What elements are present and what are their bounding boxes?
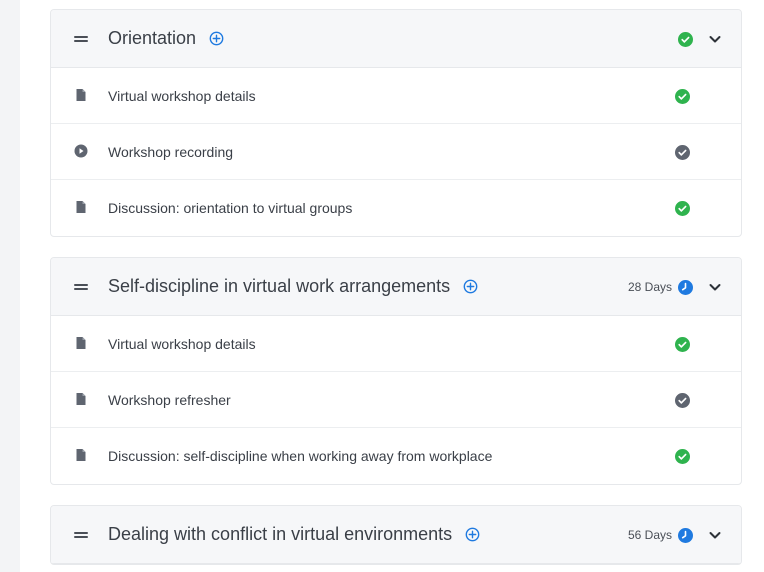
section-header[interactable]: Dealing with conflict in virtual environ… (51, 506, 741, 564)
check-circle-icon (675, 449, 690, 464)
chevron-down-icon[interactable] (708, 528, 722, 542)
left-panel-edge (0, 0, 20, 572)
list-item[interactable]: Virtual workshop details (51, 316, 741, 372)
drag-handle-icon[interactable] (74, 283, 88, 290)
item-label: Virtual workshop details (108, 335, 256, 352)
item-label: Discussion: self-discipline when working… (108, 448, 493, 464)
document-icon (76, 89, 86, 101)
add-circle-icon[interactable] (463, 279, 478, 294)
check-circle-icon (675, 337, 690, 352)
check-circle-icon (675, 89, 690, 104)
module-list: Orientation Virtual workshop details Wor… (50, 9, 742, 572)
section-title: Orientation (108, 28, 224, 49)
drag-handle-icon[interactable] (74, 531, 88, 538)
due-days-label: 56 Days (627, 528, 672, 542)
chevron-down-icon[interactable] (708, 280, 722, 294)
section-title-text: Dealing with conflict in virtual environ… (108, 524, 453, 544)
add-circle-icon[interactable] (209, 31, 224, 46)
list-item[interactable]: Workshop refresher (51, 372, 741, 428)
document-icon (76, 449, 86, 461)
item-label: Discussion: orientation to virtual group… (108, 200, 353, 216)
due-days-label: 28 Days (627, 280, 672, 294)
list-item[interactable]: Workshop recording (51, 124, 741, 180)
drag-handle-icon[interactable] (74, 35, 88, 42)
play-icon (74, 144, 88, 158)
check-circle-icon (675, 201, 690, 216)
chevron-down-icon[interactable] (708, 32, 722, 46)
check-circle-icon (675, 393, 690, 408)
list-item[interactable]: Discussion: self-discipline when working… (51, 428, 741, 484)
section-header[interactable]: Orientation (51, 10, 741, 68)
module-section: Orientation Virtual workshop details Wor… (50, 9, 742, 237)
section-header[interactable]: Self-discipline in virtual work arrangem… (51, 258, 741, 316)
section-title: Dealing with conflict in virtual environ… (108, 524, 480, 545)
document-icon (76, 201, 86, 213)
list-item[interactable]: Discussion: orientation to virtual group… (51, 180, 741, 236)
check-circle-icon (675, 145, 690, 160)
clock-icon (678, 279, 693, 295)
section-title: Self-discipline in virtual work arrangem… (108, 276, 478, 297)
item-label: Workshop refresher (108, 391, 231, 408)
module-section: Self-discipline in virtual work arrangem… (50, 257, 742, 485)
add-circle-icon[interactable] (465, 527, 480, 542)
section-title-text: Orientation (108, 28, 197, 48)
check-circle-icon (678, 31, 693, 47)
module-section: Dealing with conflict in virtual environ… (50, 505, 742, 565)
document-icon (76, 337, 86, 349)
list-item[interactable]: Virtual workshop details (51, 68, 741, 124)
document-icon (76, 393, 86, 405)
section-title-text: Self-discipline in virtual work arrangem… (108, 276, 451, 296)
item-label: Virtual workshop details (108, 87, 256, 104)
item-label: Workshop recording (108, 143, 234, 160)
clock-icon (678, 527, 693, 543)
